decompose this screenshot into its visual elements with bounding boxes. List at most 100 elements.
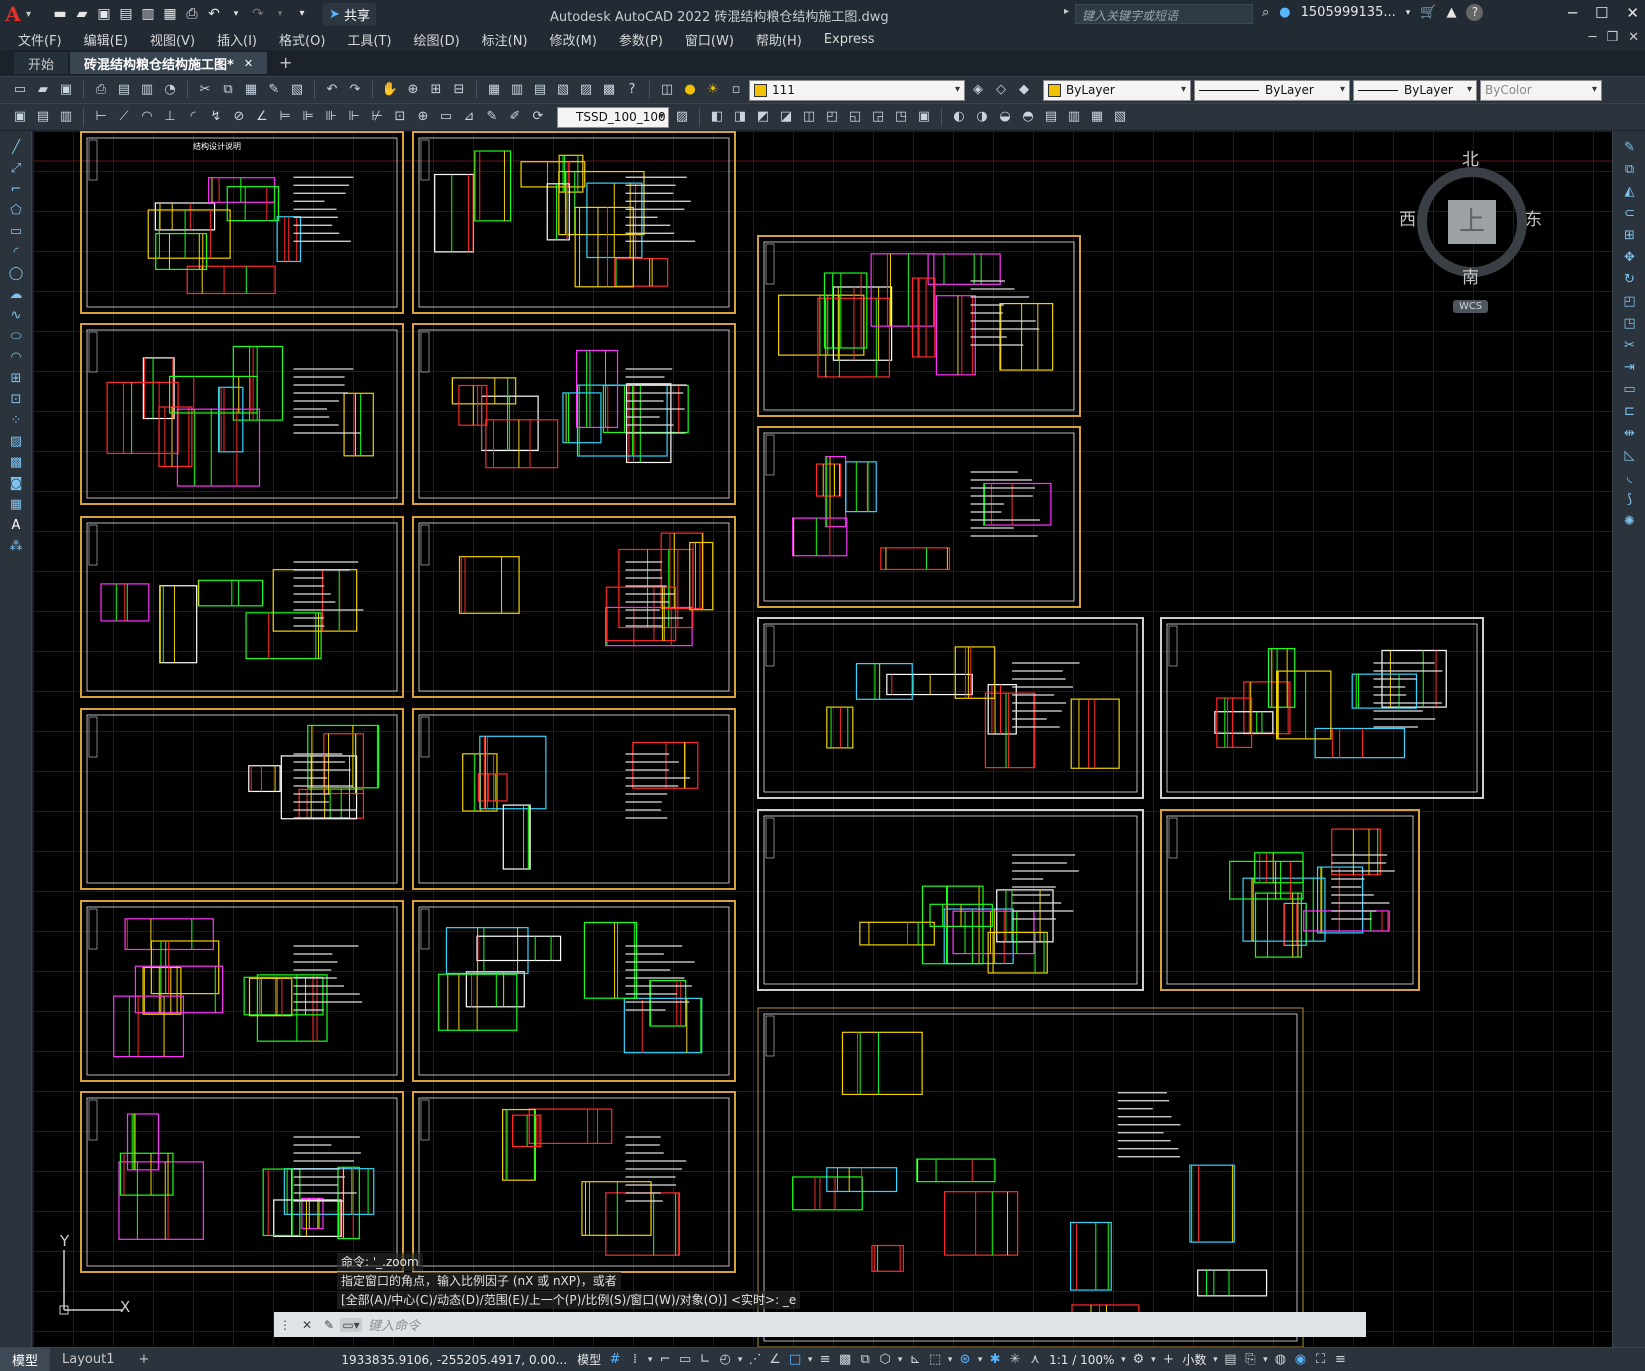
layer-dropdown[interactable]: 111 ▾ — [749, 79, 965, 101]
auto-scale-icon[interactable]: ✳ — [1005, 1350, 1025, 1370]
extend-icon[interactable]: ⇥ — [1613, 357, 1645, 379]
pan-icon[interactable]: ✋ — [380, 80, 400, 100]
gradient-icon[interactable]: ▩ — [0, 452, 32, 473]
modify-16-icon[interactable]: ▥ — [1064, 107, 1084, 127]
workspace-dropdown-icon[interactable]: ▾ — [1148, 1350, 1158, 1370]
redo-icon[interactable]: ↷ — [249, 5, 267, 23]
snap-icon[interactable]: ⁞ — [625, 1350, 645, 1370]
search-input[interactable]: 键入关键字或短语 — [1075, 4, 1253, 24]
command-input[interactable]: 键入命令 — [368, 1315, 420, 1334]
viewcube[interactable]: 上 北 南 西 东 WCS — [1399, 145, 1542, 315]
quick-dim-icon[interactable]: ⊨ — [275, 107, 295, 127]
diameter-dim-icon[interactable]: ⊘ — [229, 107, 249, 127]
help-icon-2[interactable]: ? — [622, 80, 642, 100]
object-snap-tracking-icon[interactable]: ∠ — [765, 1350, 785, 1370]
ordinate-dim-icon[interactable]: ⊥ — [160, 107, 180, 127]
modify-9-icon[interactable]: ◳ — [891, 107, 911, 127]
drawing-sheet[interactable] — [757, 1007, 1304, 1347]
save-icon[interactable]: ▣ — [95, 5, 113, 23]
menu-dimension[interactable]: 标注(N) — [482, 30, 528, 49]
drawing-sheet[interactable] — [412, 323, 736, 505]
chamfer-icon[interactable]: ◺ — [1613, 445, 1645, 467]
open-file-icon[interactable]: ▰ — [73, 5, 91, 23]
qnew-icon[interactable]: ▭ — [10, 80, 30, 100]
dim-space-icon[interactable]: ⊩ — [344, 107, 364, 127]
redo-icon-2[interactable]: ↷ — [345, 80, 365, 100]
command-customize-icon[interactable]: ✎ — [318, 1318, 340, 1332]
units-dropdown-icon[interactable]: ▾ — [1210, 1350, 1220, 1370]
modify-2-icon[interactable]: ◨ — [730, 107, 750, 127]
drawing-sheet[interactable] — [80, 900, 404, 1082]
insert-block-icon[interactable]: ⊞ — [0, 368, 32, 389]
make-current-layer-icon[interactable]: ◈ — [968, 80, 988, 100]
scale-dropdown-icon[interactable]: ▾ — [1118, 1350, 1128, 1370]
gizmo-icon[interactable]: ⊛ — [955, 1350, 975, 1370]
drawing-sheet[interactable] — [412, 900, 736, 1082]
blend-icon[interactable]: ⟆ — [1613, 489, 1645, 511]
3d-osnap-dropdown-icon[interactable]: ▾ — [895, 1350, 905, 1370]
model-space-toggle[interactable]: 模型 — [577, 1351, 601, 1368]
infer-constraints-icon[interactable]: ⌐ — [655, 1350, 675, 1370]
lock-ui-icon[interactable]: ⎘ — [1240, 1350, 1260, 1370]
modify-5-icon[interactable]: ◫ — [799, 107, 819, 127]
move-icon[interactable]: ✥ — [1613, 247, 1645, 269]
workspace-gear-icon[interactable]: ⚙ — [1128, 1350, 1148, 1370]
menu-modify[interactable]: 修改(M) — [550, 30, 597, 49]
menu-file[interactable]: 文件(F) — [18, 30, 62, 49]
drawing-sheet[interactable] — [80, 708, 404, 890]
trim-icon[interactable]: ✂ — [1613, 335, 1645, 357]
mtext-icon[interactable]: A — [0, 515, 32, 536]
mirror-icon[interactable]: ◭ — [1613, 181, 1645, 203]
lock-ui-dropdown-icon[interactable]: ▾ — [1260, 1350, 1270, 1370]
layout1-tab[interactable]: Layout1 — [50, 1350, 126, 1369]
dim-break-icon[interactable]: ⊬ — [367, 107, 387, 127]
menu-help[interactable]: 帮助(H) — [756, 30, 802, 49]
3d-print-icon[interactable]: ◔ — [160, 80, 180, 100]
command-grip-icon[interactable]: ⋮ — [274, 1318, 296, 1332]
polar-dropdown-icon[interactable]: ▾ — [735, 1350, 745, 1370]
dynamic-ucs-icon[interactable]: ⊾ — [905, 1350, 925, 1370]
modify-4-icon[interactable]: ◪ — [776, 107, 796, 127]
command-line[interactable]: ⋮ ✕ ✎ ▭▾ 键入命令 — [274, 1312, 1366, 1337]
block-editor-icon[interactable]: ▧ — [287, 80, 307, 100]
fillet-icon[interactable]: ◟ — [1613, 467, 1645, 489]
drawing-sheet[interactable] — [412, 131, 736, 314]
search-icon[interactable]: ⌕ — [1262, 5, 1269, 20]
redo-dropdown-icon[interactable]: ▾ — [271, 5, 289, 23]
annotation-scale-value[interactable]: 1:1 / 100% — [1049, 1353, 1114, 1367]
drawing-sheet[interactable] — [412, 1091, 736, 1273]
command-recent-icon[interactable]: ▭▾ — [340, 1317, 362, 1332]
menu-draw[interactable]: 绘图(D) — [414, 30, 460, 49]
point-icon[interactable]: ⁘ — [0, 410, 32, 431]
grid-icon[interactable]: # — [605, 1350, 625, 1370]
aligned-dim-icon[interactable]: ⟋ — [114, 107, 134, 127]
tab-close-icon[interactable]: ✕ — [244, 57, 253, 70]
center-mark-icon[interactable]: ⊕ — [413, 107, 433, 127]
lineweight-dropdown[interactable]: ByLayer ▾ — [1353, 79, 1477, 101]
modify-1-icon[interactable]: ◧ — [707, 107, 727, 127]
polar-tracking-icon[interactable]: ◴ — [715, 1350, 735, 1370]
add-layout-icon[interactable]: + — [126, 1350, 161, 1369]
break-at-point-icon[interactable]: ▭ — [1613, 379, 1645, 401]
modify-11-icon[interactable]: ◐ — [949, 107, 969, 127]
layer-state-icon[interactable]: ◆ — [1014, 80, 1034, 100]
ellipse-arc-icon[interactable]: ◠ — [0, 347, 32, 368]
transparency-icon[interactable]: ▩ — [835, 1350, 855, 1370]
quickcalc-icon[interactable]: ▩ — [599, 80, 619, 100]
hatch-icon[interactable]: ▨ — [0, 431, 32, 452]
new-file-icon[interactable]: ▬ — [51, 5, 69, 23]
undo-icon-2[interactable]: ↶ — [322, 80, 342, 100]
plot-icon[interactable]: ⎙ — [91, 80, 111, 100]
modify-3-icon[interactable]: ◩ — [753, 107, 773, 127]
drawing-sheet[interactable] — [757, 617, 1144, 799]
modify-14-icon[interactable]: ◓ — [1018, 107, 1038, 127]
ortho-icon[interactable]: ∟ — [695, 1350, 715, 1370]
doc-restore-icon[interactable]: ❐ — [1606, 30, 1618, 45]
copy-object-icon[interactable]: ⧉ — [1613, 159, 1645, 181]
dim-style-icon[interactable]: ▨ — [672, 107, 692, 127]
open-icon[interactable]: ▰ — [33, 80, 53, 100]
jogged-linear-icon[interactable]: ⊿ — [459, 107, 479, 127]
region-icon[interactable]: ◙ — [0, 473, 32, 494]
dynamic-input-icon[interactable]: ▭ — [675, 1350, 695, 1370]
selection-cycling-icon[interactable]: ⧉ — [855, 1350, 875, 1370]
